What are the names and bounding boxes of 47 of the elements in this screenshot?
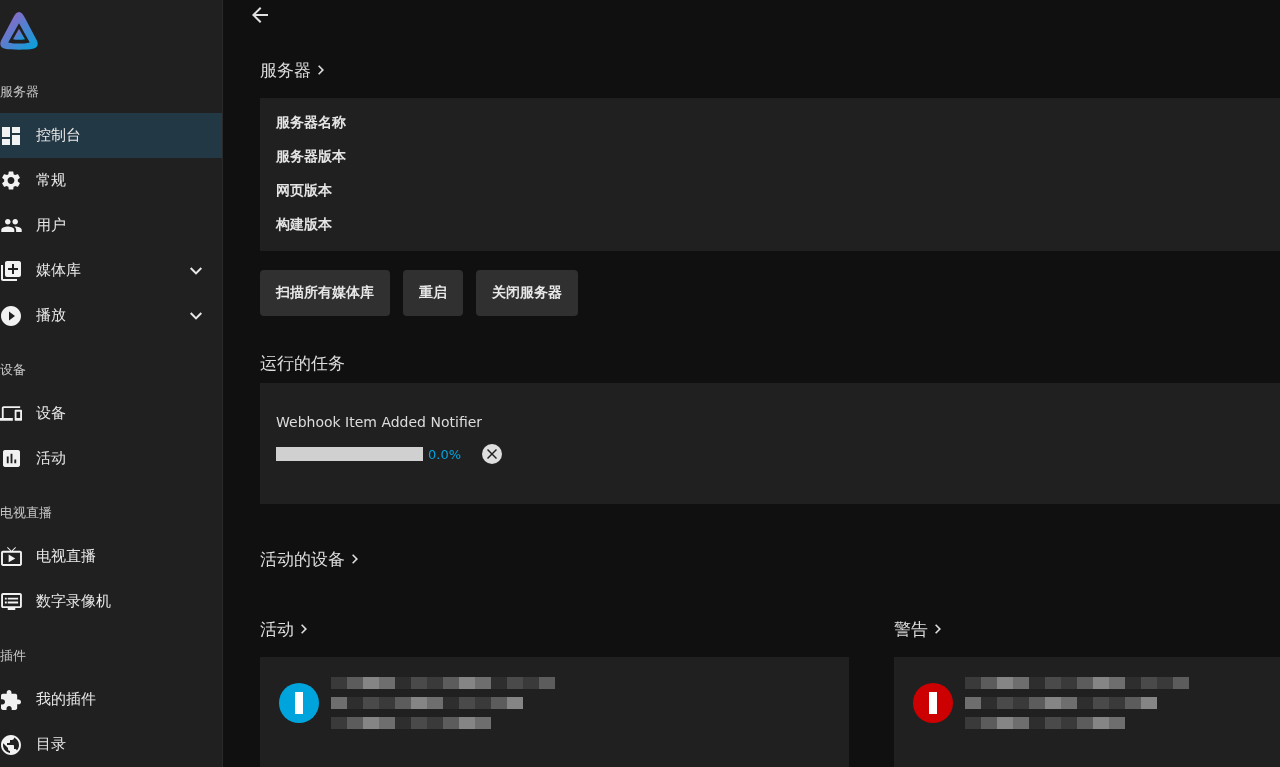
triangle-logo-icon	[0, 12, 38, 50]
close-icon	[487, 449, 498, 459]
info-label: 构建版本	[276, 215, 332, 234]
action-button[interactable]: 重启	[403, 270, 463, 316]
sidebar-item[interactable]: 电视直播	[0, 534, 222, 579]
chevron-right-icon	[935, 624, 941, 634]
people-icon	[0, 219, 22, 232]
sidebar-section-title: 插件	[0, 647, 26, 665]
sidebar-item[interactable]: 我的插件	[0, 677, 222, 722]
tv-icon	[0, 547, 22, 566]
sidebar-section-title: 设备	[0, 361, 26, 379]
section-title: 运行的任务	[260, 352, 345, 375]
sidebar-item[interactable]: 活动	[0, 436, 222, 481]
back-button[interactable]	[250, 7, 270, 23]
sidebar-item[interactable]: 媒体库	[0, 248, 222, 293]
sidebar-item[interactable]: 数字录像机	[0, 579, 222, 624]
section-title-link[interactable]: 活动的设备	[260, 547, 358, 571]
monitor-list-icon	[0, 593, 22, 610]
sidebar-section-title: 电视直播	[0, 504, 52, 522]
sidebar-item[interactable]: 播放	[0, 293, 222, 338]
info-label: 网页版本	[276, 181, 332, 200]
bar-chart-icon	[2, 450, 20, 467]
progress-percent: 0.0%	[428, 446, 462, 462]
sidebar-item[interactable]: 目录	[0, 722, 222, 767]
action-button[interactable]: 关闭服务器	[476, 270, 578, 316]
cancel-task-button[interactable]	[482, 444, 503, 464]
arrow-left-icon	[252, 7, 268, 23]
info-label: 服务器版本	[276, 147, 346, 166]
sidebar-section-title: 服务器	[0, 83, 39, 101]
chevron-right-icon	[318, 65, 324, 75]
globe-icon	[1, 734, 21, 755]
info-label: 服务器名称	[276, 113, 346, 132]
section-title-link[interactable]: 警告	[894, 617, 941, 641]
puzzle-icon	[1, 689, 21, 710]
chevron-right-icon	[301, 624, 307, 634]
section-title-link[interactable]: 活动	[260, 617, 307, 641]
task-name: Webhook Item Added Notifier	[276, 413, 483, 432]
sidebar-item[interactable]: 常规	[0, 158, 222, 203]
sidebar-item[interactable]: 用户	[0, 203, 222, 248]
action-button[interactable]: 扫描所有媒体库	[260, 270, 390, 316]
sidebar-item[interactable]: 控制台	[0, 113, 222, 158]
chevron-right-icon	[352, 554, 358, 564]
section-title-link[interactable]: 服务器	[260, 58, 324, 82]
dashboard-icon	[2, 126, 20, 145]
settings-icon	[2, 171, 20, 190]
devices-icon	[0, 406, 22, 421]
sidebar-item[interactable]: 设备	[0, 391, 222, 436]
